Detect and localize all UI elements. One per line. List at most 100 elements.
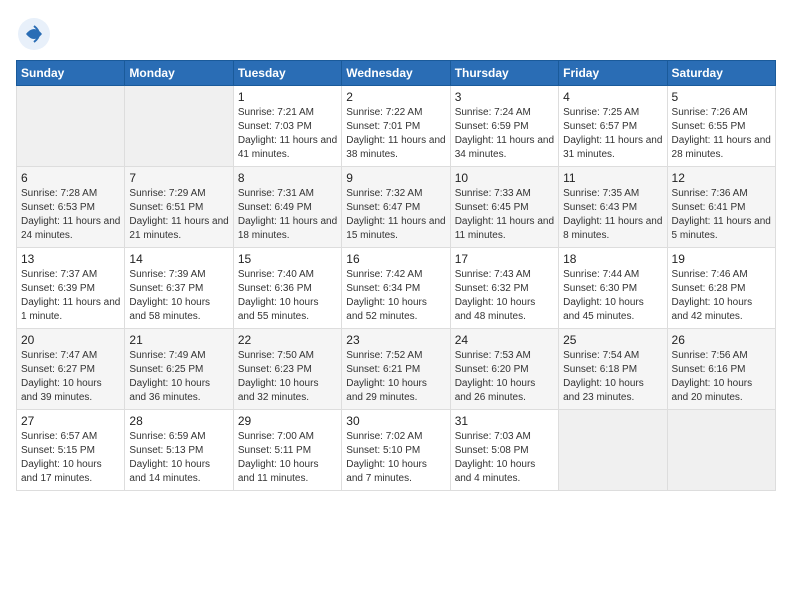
weekday-header: Monday [125,61,233,86]
calendar-week-row: 20 Sunrise: 7:47 AM Sunset: 6:27 PM Dayli… [17,329,776,410]
day-number: 13 [21,252,120,266]
calendar-cell: 9 Sunrise: 7:32 AM Sunset: 6:47 PM Daylig… [342,167,450,248]
weekday-header: Tuesday [233,61,341,86]
weekday-row: SundayMondayTuesdayWednesdayThursdayFrid… [17,61,776,86]
calendar-cell: 11 Sunrise: 7:35 AM Sunset: 6:43 PM Dayli… [559,167,667,248]
calendar-cell: 31 Sunrise: 7:03 AM Sunset: 5:08 PM Dayli… [450,410,558,491]
day-info: Sunrise: 7:36 AM Sunset: 6:41 PM Dayligh… [672,187,771,243]
day-info: Sunrise: 7:47 AM Sunset: 6:27 PM Dayligh… [21,349,120,405]
logo [16,16,56,52]
day-number: 9 [346,171,445,185]
day-number: 4 [563,90,662,104]
day-number: 3 [455,90,554,104]
calendar-cell: 29Sunrise: 7:00 AM Sunset: 5:11 PM Dayli… [233,410,341,491]
day-info: Sunrise: 7:00 AM Sunset: 5:11 PM Dayligh… [238,430,337,486]
day-info: Sunrise: 6:59 AM Sunset: 5:13 PM Dayligh… [129,430,228,486]
day-info: Sunrise: 7:29 AM Sunset: 6:51 PM Dayligh… [129,187,228,243]
day-info: Sunrise: 6:57 AM Sunset: 5:15 PM Dayligh… [21,430,120,486]
day-info: Sunrise: 7:35 AM Sunset: 6:43 PM Dayligh… [563,187,662,243]
day-number: 2 [346,90,445,104]
day-number: 19 [672,252,771,266]
calendar-body: 1Sunrise: 7:21 AM Sunset: 7:03 PM Daylig… [17,86,776,491]
day-info: Sunrise: 7:25 AM Sunset: 6:57 PM Dayligh… [563,106,662,162]
weekday-header: Friday [559,61,667,86]
calendar-cell: 7 Sunrise: 7:29 AM Sunset: 6:51 PM Daylig… [125,167,233,248]
calendar-cell: 26 Sunrise: 7:56 AM Sunset: 6:16 PM Dayli… [667,329,775,410]
calendar-cell: 18 Sunrise: 7:44 AM Sunset: 6:30 PM Dayli… [559,248,667,329]
day-number: 10 [455,171,554,185]
header [16,12,776,52]
day-info: Sunrise: 7:52 AM Sunset: 6:21 PM Dayligh… [346,349,445,405]
day-info: Sunrise: 7:32 AM Sunset: 6:47 PM Dayligh… [346,187,445,243]
calendar-cell: 20 Sunrise: 7:47 AM Sunset: 6:27 PM Dayli… [17,329,125,410]
day-info: Sunrise: 7:37 AM Sunset: 6:39 PM Dayligh… [21,268,120,324]
calendar-cell: 23 Sunrise: 7:52 AM Sunset: 6:21 PM Dayli… [342,329,450,410]
weekday-header: Thursday [450,61,558,86]
calendar-week-row: 13 Sunrise: 7:37 AM Sunset: 6:39 PM Dayli… [17,248,776,329]
calendar-cell [125,86,233,167]
calendar-cell: 27 Sunrise: 6:57 AM Sunset: 5:15 PM Dayli… [17,410,125,491]
day-info: Sunrise: 7:53 AM Sunset: 6:20 PM Dayligh… [455,349,554,405]
day-number: 18 [563,252,662,266]
calendar-week-row: 1Sunrise: 7:21 AM Sunset: 7:03 PM Daylig… [17,86,776,167]
day-info: Sunrise: 7:22 AM Sunset: 7:01 PM Dayligh… [346,106,445,162]
calendar-cell: 28Sunrise: 6:59 AM Sunset: 5:13 PM Dayli… [125,410,233,491]
day-number: 23 [346,333,445,347]
calendar-cell: 5Sunrise: 7:26 AM Sunset: 6:55 PM Daylig… [667,86,775,167]
day-info: Sunrise: 7:28 AM Sunset: 6:53 PM Dayligh… [21,187,120,243]
calendar-cell: 3 Sunrise: 7:24 AM Sunset: 6:59 PM Daylig… [450,86,558,167]
day-info: Sunrise: 7:49 AM Sunset: 6:25 PM Dayligh… [129,349,228,405]
calendar-cell: 19 Sunrise: 7:46 AM Sunset: 6:28 PM Dayli… [667,248,775,329]
day-number: 15 [238,252,337,266]
calendar-cell: 12 Sunrise: 7:36 AM Sunset: 6:41 PM Dayli… [667,167,775,248]
calendar-cell [17,86,125,167]
calendar-header: SundayMondayTuesdayWednesdayThursdayFrid… [17,61,776,86]
day-info: Sunrise: 7:33 AM Sunset: 6:45 PM Dayligh… [455,187,554,243]
day-number: 5 [672,90,771,104]
page: SundayMondayTuesdayWednesdayThursdayFrid… [0,0,792,612]
day-number: 1 [238,90,337,104]
day-number: 16 [346,252,445,266]
day-number: 27 [21,414,120,428]
calendar-cell: 22Sunrise: 7:50 AM Sunset: 6:23 PM Dayli… [233,329,341,410]
logo-icon [16,16,52,52]
day-info: Sunrise: 7:50 AM Sunset: 6:23 PM Dayligh… [238,349,337,405]
calendar-cell: 24Sunrise: 7:53 AM Sunset: 6:20 PM Dayli… [450,329,558,410]
weekday-header: Sunday [17,61,125,86]
day-number: 11 [563,171,662,185]
calendar-cell: 8Sunrise: 7:31 AM Sunset: 6:49 PM Daylig… [233,167,341,248]
weekday-header: Wednesday [342,61,450,86]
day-info: Sunrise: 7:54 AM Sunset: 6:18 PM Dayligh… [563,349,662,405]
day-info: Sunrise: 7:44 AM Sunset: 6:30 PM Dayligh… [563,268,662,324]
day-info: Sunrise: 7:40 AM Sunset: 6:36 PM Dayligh… [238,268,337,324]
calendar-cell: 2 Sunrise: 7:22 AM Sunset: 7:01 PM Daylig… [342,86,450,167]
day-number: 17 [455,252,554,266]
day-info: Sunrise: 7:56 AM Sunset: 6:16 PM Dayligh… [672,349,771,405]
day-number: 14 [129,252,228,266]
day-number: 31 [455,414,554,428]
calendar-cell: 25Sunrise: 7:54 AM Sunset: 6:18 PM Dayli… [559,329,667,410]
day-number: 26 [672,333,771,347]
weekday-header: Saturday [667,61,775,86]
day-info: Sunrise: 7:31 AM Sunset: 6:49 PM Dayligh… [238,187,337,243]
calendar-cell: 6 Sunrise: 7:28 AM Sunset: 6:53 PM Daylig… [17,167,125,248]
calendar-cell: 4 Sunrise: 7:25 AM Sunset: 6:57 PM Daylig… [559,86,667,167]
calendar-table: SundayMondayTuesdayWednesdayThursdayFrid… [16,60,776,491]
day-info: Sunrise: 7:03 AM Sunset: 5:08 PM Dayligh… [455,430,554,486]
calendar-cell: 30Sunrise: 7:02 AM Sunset: 5:10 PM Dayli… [342,410,450,491]
calendar-cell: 17Sunrise: 7:43 AM Sunset: 6:32 PM Dayli… [450,248,558,329]
day-number: 12 [672,171,771,185]
day-info: Sunrise: 7:24 AM Sunset: 6:59 PM Dayligh… [455,106,554,162]
calendar-cell: 13 Sunrise: 7:37 AM Sunset: 6:39 PM Dayli… [17,248,125,329]
day-number: 7 [129,171,228,185]
calendar-week-row: 27 Sunrise: 6:57 AM Sunset: 5:15 PM Dayli… [17,410,776,491]
calendar-cell: 1Sunrise: 7:21 AM Sunset: 7:03 PM Daylig… [233,86,341,167]
calendar-cell: 15 Sunrise: 7:40 AM Sunset: 6:36 PM Dayli… [233,248,341,329]
calendar-cell [667,410,775,491]
day-number: 6 [21,171,120,185]
calendar-cell [559,410,667,491]
day-info: Sunrise: 7:46 AM Sunset: 6:28 PM Dayligh… [672,268,771,324]
calendar-cell: 16 Sunrise: 7:42 AM Sunset: 6:34 PM Dayli… [342,248,450,329]
day-info: Sunrise: 7:42 AM Sunset: 6:34 PM Dayligh… [346,268,445,324]
day-number: 20 [21,333,120,347]
